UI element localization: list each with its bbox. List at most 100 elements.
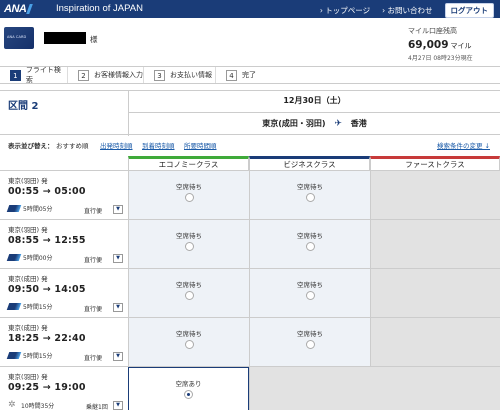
economy-fare-cell[interactable]: 空席待ち — [128, 318, 249, 366]
flight-times: 09:25 → 19:00 — [8, 382, 86, 393]
seat-status: 空席待ち — [176, 281, 202, 289]
seat-status: 空席待ち — [297, 232, 323, 240]
flight-row: 東京(成田) 発 18:25 → 22:40 5時間15分 直行便 ▼ 空席待ち… — [0, 317, 500, 366]
change-search-conditions-link[interactable]: 検索条件の変更 ↓ — [437, 140, 490, 150]
sort-by-departure[interactable]: 出発時刻順 — [100, 140, 133, 150]
flight-info: 東京(成田) 発 18:25 → 22:40 5時間15分 直行便 ▼ — [0, 318, 128, 366]
flight-row: 東京(成田) 発 09:50 → 14:05 5時間15分 直行便 ▼ 空席待ち… — [0, 268, 500, 317]
flight-row: 東京(羽田) 発 00:55 → 05:00 5時間05分 直行便 ▼ 空席待ち… — [0, 170, 500, 219]
flight-row: 東京(羽田) 発 08:55 → 12:55 5時間00分 直行便 ▼ 空席待ち… — [0, 219, 500, 268]
fare-radio[interactable] — [184, 291, 194, 300]
fare-radio[interactable] — [184, 340, 194, 349]
flight-duration: 5時間15分 — [6, 302, 52, 311]
segment-route: 東京(成田・羽田) ✈ 香港 — [129, 118, 500, 129]
fare-radio[interactable] — [184, 390, 193, 399]
mile-label: マイル口座残高 — [408, 27, 457, 35]
segment-header: 区間 2 12月30日（土） 東京(成田・羽田) ✈ 香港 — [0, 90, 500, 136]
seat-status: 空席待ち — [176, 330, 202, 338]
airplane-icon: ✈ — [334, 119, 342, 129]
seat-status: 空席待ち — [297, 330, 323, 338]
honorific: 様 — [90, 35, 98, 44]
details-dropdown-button[interactable]: ▼ — [113, 303, 123, 312]
business-fare-cell[interactable]: 空席待ち — [249, 318, 370, 366]
business-fare-cell[interactable]: 空席待ち — [249, 171, 370, 219]
details-dropdown-button[interactable]: ▼ — [113, 205, 123, 214]
details-dropdown-button[interactable]: ▼ — [113, 352, 123, 361]
departure-airport: 東京(羽田) 発 — [8, 226, 48, 234]
step-payment: 3 お支払い情報 — [144, 67, 216, 83]
first-class-header: ファーストクラス — [370, 156, 500, 170]
destination: 香港 — [350, 119, 367, 128]
details-dropdown-button[interactable]: ▼ — [113, 254, 123, 263]
fare-radio[interactable] — [305, 193, 315, 202]
ana-logo[interactable]: ANA — [4, 2, 34, 16]
mile-value: 69,009 マイル — [408, 39, 472, 51]
economy-fare-cell[interactable]: 空席待ち — [128, 220, 249, 268]
flight-type: 直行便 — [84, 208, 103, 215]
first-fare-cell — [370, 171, 500, 219]
flight-duration: ✲ 10時間35分 — [8, 400, 55, 410]
economy-fare-cell[interactable]: 空席あり — [128, 367, 249, 410]
departure-airport: 東京(羽田) 発 — [8, 373, 48, 381]
business-fare-cell[interactable]: 空席待ち — [249, 269, 370, 317]
sort-by-duration[interactable]: 所要時間順 — [184, 140, 217, 150]
ana-airline-icon — [6, 205, 22, 212]
economy-class-header: エコノミークラス — [128, 156, 249, 170]
flight-info: 東京(羽田) 発 08:55 → 12:55 5時間00分 直行便 ▼ — [0, 220, 128, 268]
economy-fare-cell[interactable]: 空席待ち — [128, 171, 249, 219]
flight-duration: 5時間05分 — [6, 204, 52, 213]
top-header: ANA Inspiration of JAPAN › トップページ › お問い合… — [0, 0, 500, 18]
seat-status: 空席待ち — [176, 232, 202, 240]
business-fare-cell[interactable]: 空席待ち — [249, 220, 370, 268]
redacted-user-name — [44, 32, 86, 44]
flight-times: 09:50 → 14:05 — [8, 284, 86, 295]
logo-text: ANA — [4, 3, 27, 15]
top-page-link[interactable]: › トップページ — [320, 5, 370, 16]
seat-status: 空席待ち — [176, 183, 202, 191]
top-links: › トップページ › お問い合わせ ログアウト — [320, 3, 494, 18]
flight-times: 08:55 → 12:55 — [8, 235, 86, 246]
flight-row: 東京(羽田) 発 09:25 → 19:00 ✲ 10時間35分 乗継1回 ▼ 空… — [0, 366, 500, 410]
segment-title: 区間 2 — [8, 101, 39, 112]
fare-radio[interactable] — [305, 291, 315, 300]
segment-info: 12月30日（土） 東京(成田・羽田) ✈ 香港 — [128, 91, 500, 136]
contact-link[interactable]: › お問い合わせ — [382, 5, 432, 16]
ana-airline-icon — [6, 254, 22, 261]
sort-by-arrival[interactable]: 到着時刻順 — [142, 140, 175, 150]
ana-airline-icon — [6, 352, 22, 359]
fare-radio[interactable] — [184, 242, 194, 251]
seat-status: 空席あり — [175, 380, 202, 388]
flight-times: 00:55 → 05:00 — [8, 186, 86, 197]
progress-steps: 1 フライト検索 2 お客様情報入力 3 お支払い情報 4 完了 — [0, 66, 500, 84]
star-alliance-icon: ✲ — [8, 400, 16, 410]
flight-type: 直行便 — [84, 355, 103, 362]
first-fare-cell — [370, 220, 500, 268]
flight-times: 18:25 → 22:40 — [8, 333, 86, 344]
flight-type: 直行便 — [84, 257, 103, 264]
sort-current: おすすめ順 — [56, 142, 89, 150]
flight-info: 東京(羽田) 発 09:25 → 19:00 ✲ 10時間35分 乗継1回 ▼ — [0, 367, 128, 410]
economy-fare-cell[interactable]: 空席待ち — [128, 269, 249, 317]
flight-type: 乗継1回 — [86, 404, 108, 410]
tagline: Inspiration of JAPAN — [56, 3, 143, 14]
flight-type: 直行便 — [84, 306, 103, 313]
seat-status: 空席待ち — [297, 183, 323, 191]
flight-duration: 5時間00分 — [6, 253, 52, 262]
mile-balance: マイル口座残高 69,009 マイル 4月27日 08時23分現在 — [408, 26, 488, 62]
fare-radio[interactable] — [305, 242, 315, 251]
flight-info: 東京(羽田) 発 00:55 → 05:00 5時間05分 直行便 ▼ — [0, 171, 128, 219]
unavailable-fare-cell — [249, 367, 500, 410]
sort-bar: 表示並び替え： おすすめ順 出発時刻順 到着時刻順 所要時間順 検索条件の変更 … — [0, 138, 500, 150]
departure-airport: 東京(成田) 発 — [8, 324, 48, 332]
step-customer-info: 2 お客様情報入力 — [68, 67, 144, 83]
fare-radio[interactable] — [184, 193, 194, 202]
logout-button[interactable]: ログアウト — [444, 3, 494, 18]
first-fare-cell — [370, 269, 500, 317]
ana-card-icon: ANA CARD — [4, 27, 34, 49]
fare-radio[interactable] — [305, 340, 315, 349]
step-complete: 4 完了 — [216, 67, 286, 83]
departure-airport: 東京(成田) 発 — [8, 275, 48, 283]
details-dropdown-button[interactable]: ▼ — [113, 401, 123, 410]
seat-status: 空席待ち — [297, 281, 323, 289]
sort-label: 表示並び替え： — [8, 142, 54, 150]
